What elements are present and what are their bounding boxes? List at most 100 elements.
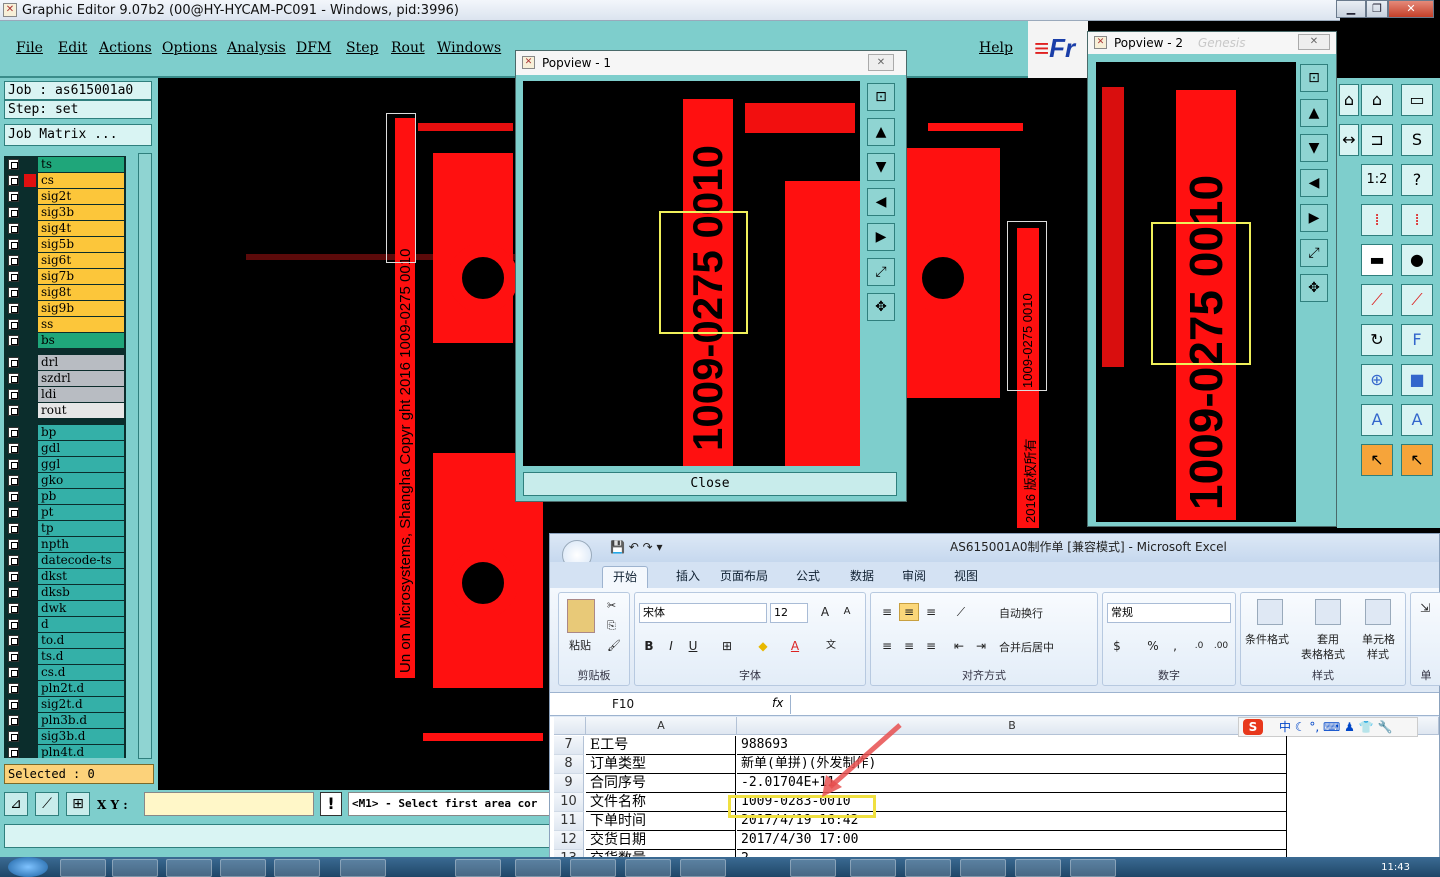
tool-s-icon[interactable]: S <box>1401 124 1433 156</box>
layer-row[interactable]: ts <box>4 157 126 172</box>
layer-row[interactable]: ggl <box>4 457 126 472</box>
layer-row[interactable]: pln2t.d <box>4 681 126 696</box>
layer-checkbox[interactable] <box>8 459 19 470</box>
layer-row[interactable]: dksb <box>4 585 126 600</box>
corner-select-all[interactable] <box>554 717 586 735</box>
taskbar-chrome[interactable] <box>60 859 106 877</box>
popview-2-viewport[interactable]: 1009-0275 0010 <box>1096 62 1296 522</box>
increase-decimal-icon[interactable]: .0 <box>1189 637 1209 655</box>
shrink-font-icon[interactable]: A <box>837 603 857 621</box>
paste-label[interactable]: 粘贴 <box>569 637 591 653</box>
italic-button[interactable]: I <box>661 637 681 655</box>
column-header-a[interactable]: A <box>586 717 737 735</box>
row-number[interactable]: 11 <box>554 812 584 831</box>
grow-font-icon[interactable]: A <box>815 603 835 621</box>
alert-button[interactable]: ! <box>320 792 342 816</box>
layer-checkbox[interactable] <box>8 603 19 614</box>
taskbar-app-6[interactable] <box>340 859 386 877</box>
layer-checkbox[interactable] <box>8 699 19 710</box>
popview-1-close-icon[interactable]: ✕ <box>868 54 894 71</box>
ribbon-tab[interactable]: 视图 <box>944 566 988 588</box>
job-matrix-button[interactable]: Job Matrix ... <box>4 124 152 146</box>
layer-row[interactable]: bp <box>4 425 126 440</box>
cell-style-label-2[interactable]: 样式 <box>1367 646 1389 662</box>
layer-checkbox[interactable] <box>8 255 19 266</box>
format-painter-icon[interactable]: 🖌 <box>607 639 621 652</box>
layer-name[interactable]: bs <box>38 333 124 348</box>
layer-checkbox[interactable] <box>8 491 19 502</box>
layer-row[interactable]: dwk <box>4 601 126 616</box>
pv2-pan-right-icon[interactable]: ▶ <box>1300 204 1328 232</box>
layer-name[interactable]: gko <box>38 473 124 488</box>
layer-checkbox[interactable] <box>8 223 19 234</box>
pv1-pan-left-icon[interactable]: ◀ <box>867 188 895 216</box>
cell-style-label-1[interactable]: 单元格 <box>1362 631 1395 647</box>
layer-name[interactable]: sig5b <box>38 237 124 252</box>
table-format-icon[interactable] <box>1315 599 1341 625</box>
layer-name[interactable]: npth <box>38 537 124 552</box>
layer-checkbox[interactable] <box>8 271 19 282</box>
layer-checkbox[interactable] <box>8 405 19 416</box>
taskbar-excel-4[interactable] <box>1015 859 1061 877</box>
layer-row[interactable]: sig3b.d <box>4 729 126 744</box>
layer-name[interactable]: ss <box>38 317 124 332</box>
layer-row[interactable]: sig8t <box>4 285 126 300</box>
layer-name[interactable]: sig7b <box>38 269 124 284</box>
layer-row[interactable]: pln3b.d <box>4 713 126 728</box>
taskbar-app-4[interactable] <box>220 859 266 877</box>
layer-checkbox[interactable] <box>8 357 19 368</box>
layer-name[interactable]: sig6t <box>38 253 124 268</box>
measure-icon[interactable]: ⟋ <box>35 792 59 816</box>
layer-checkbox[interactable] <box>8 239 19 250</box>
tool-text-icon[interactable]: A <box>1361 404 1393 436</box>
tool-home-icon[interactable]: ⌂ <box>1361 84 1393 116</box>
menu-actions[interactable]: Actions <box>99 40 152 56</box>
cell-a[interactable]: 交货日期 <box>586 831 736 850</box>
pv2-pan-down-icon[interactable]: ▼ <box>1300 134 1328 162</box>
taskbar-clock[interactable]: 11:43 <box>1381 862 1410 873</box>
pv1-zoom-in-icon[interactable]: ⤢ <box>867 258 895 286</box>
grid-icon[interactable]: ⊞ <box>66 792 90 816</box>
sogou-icon[interactable]: S <box>1243 719 1263 735</box>
layer-row[interactable]: npth <box>4 537 126 552</box>
layer-row[interactable]: pb <box>4 489 126 504</box>
tool-a-icon[interactable]: ↔ <box>1339 124 1359 156</box>
cell-a[interactable]: 合同序号 <box>586 774 736 793</box>
layer-checkbox[interactable] <box>8 427 19 438</box>
layer-checkbox[interactable] <box>8 571 19 582</box>
layer-checkbox[interactable] <box>8 683 19 694</box>
merge-center-button[interactable]: 合并后居中 <box>999 639 1054 655</box>
layer-checkbox[interactable] <box>8 523 19 534</box>
layer-name[interactable]: ldi <box>38 387 124 402</box>
layer-name[interactable]: pln3b.d <box>38 713 124 728</box>
name-box[interactable]: F10 <box>554 695 714 714</box>
ribbon-tab[interactable]: 开始 <box>602 566 649 588</box>
taskbar-excel-3[interactable] <box>960 859 1006 877</box>
tool-ruler-icon[interactable]: ▬ <box>1361 244 1393 276</box>
cell-b[interactable]: 2017/4/30 17:00 <box>737 831 1287 850</box>
pv2-pan-left-icon[interactable]: ◀ <box>1300 169 1328 197</box>
pv2-zoom-fit-icon[interactable]: ⊡ <box>1300 64 1328 92</box>
menu-file[interactable]: File <box>16 40 43 56</box>
layer-row[interactable]: ss <box>4 317 126 332</box>
layer-name[interactable]: datecode-ts <box>38 553 124 568</box>
table-format-label-1[interactable]: 套用 <box>1317 631 1339 647</box>
layer-row[interactable]: d <box>4 617 126 632</box>
border-icon[interactable]: ⊞ <box>717 637 737 655</box>
snap-icon[interactable]: ⊿ <box>4 792 28 816</box>
tool-help-icon[interactable]: ? <box>1401 164 1433 196</box>
table-format-label-2[interactable]: 表格格式 <box>1301 646 1345 662</box>
phonetic-icon[interactable]: 文 <box>821 637 841 655</box>
pv1-zoom-out-icon[interactable]: ✥ <box>867 293 895 321</box>
tool-box-icon[interactable]: ⊕ <box>1361 364 1393 396</box>
layer-name[interactable]: bp <box>38 425 124 440</box>
copy-icon[interactable]: ⎘ <box>607 619 616 633</box>
font-name-select[interactable]: 宋体 <box>639 603 767 623</box>
layer-name[interactable]: pln2t.d <box>38 681 124 696</box>
ime-mode[interactable]: 中 <box>1279 720 1291 734</box>
align-top-icon[interactable]: ≡ <box>877 603 897 621</box>
layer-row[interactable]: ldi <box>4 387 126 402</box>
ribbon-tab[interactable]: 数据 <box>840 566 884 588</box>
taskbar-excel-1[interactable] <box>850 859 896 877</box>
layer-name[interactable]: dkst <box>38 569 124 584</box>
